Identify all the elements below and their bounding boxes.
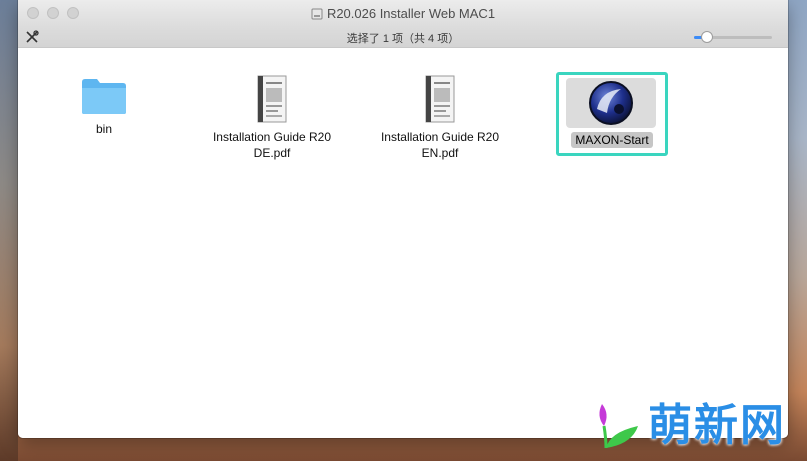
watermark-text: 萌新网 [648,401,786,450]
file-item-guide-de[interactable]: Installation Guide R20 DE.pdf [202,74,342,161]
file-name-line1: Installation Guide R20 [380,130,500,144]
desktop-background [0,0,18,461]
file-grid: bin Installation Guide R20 DE.pdf Instal… [18,48,788,438]
window-title-group: R20.026 Installer Web MAC1 [18,6,788,21]
title-bar[interactable]: R20.026 Installer Web MAC1 [18,0,788,27]
watermark: 萌新网 [590,398,800,454]
toolbar: 选择了 1 项（共 4 项） [18,27,788,48]
file-item-bin[interactable]: bin [54,76,154,137]
pdf-document-icon [257,75,287,123]
disk-image-icon [311,8,323,20]
folder-icon [82,79,126,114]
file-item-guide-en[interactable]: Installation Guide R20 EN.pdf [370,74,510,161]
window-title: R20.026 Installer Web MAC1 [326,6,496,21]
cinema4d-app-icon [589,81,633,125]
file-name-line2: DE.pdf [253,146,291,160]
file-name: bin [95,122,112,136]
pdf-document-icon [425,75,455,123]
finder-window: R20.026 Installer Web MAC1 选择了 1 项（共 4 项… [18,0,788,438]
sprout-logo-icon [599,404,638,449]
file-name-line2: EN.pdf [421,146,459,160]
file-item-maxon-start[interactable]: MAXON-Start [556,72,668,156]
file-name-line1: Installation Guide R20 [212,130,332,144]
file-name-text: MAXON-Start [571,132,653,148]
icon-size-slider[interactable] [694,31,772,43]
selection-status: 选择了 1 项（共 4 项） [346,33,460,45]
file-name: MAXON-Start [559,132,665,148]
